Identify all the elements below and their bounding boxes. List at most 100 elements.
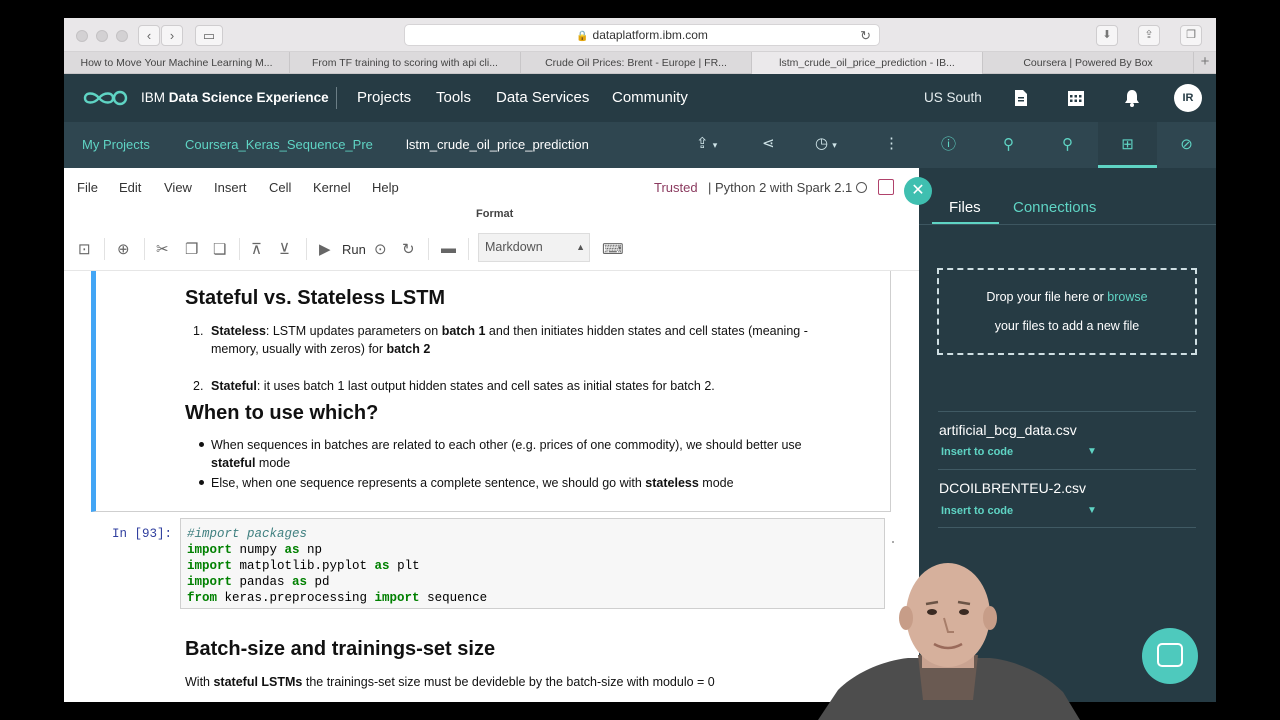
code-line: import pandas as pd	[187, 574, 878, 590]
insert-to-code-button[interactable]: Insert to code	[941, 446, 1013, 458]
menu-view[interactable]: View	[164, 180, 192, 195]
dsx-logo-icon[interactable]	[82, 88, 128, 108]
add-cell-icon[interactable]: ⊕	[117, 240, 130, 258]
list-item-text: : it uses batch 1 last output hidden sta…	[256, 379, 715, 393]
code-keyword: import	[187, 543, 233, 557]
run-icon[interactable]: ▶	[319, 240, 331, 258]
file-dropzone[interactable]: Drop your file here or browse your files…	[937, 268, 1197, 355]
kernel-settings-icon[interactable]	[878, 179, 894, 195]
tabs-divider	[919, 224, 1216, 225]
code-keyword: from	[187, 591, 218, 605]
share-network-icon[interactable]: ⋖	[762, 134, 775, 152]
code-text: numpy	[232, 543, 285, 557]
restart-icon[interactable]: ↻	[402, 240, 415, 258]
menu-kernel[interactable]: Kernel	[313, 180, 351, 195]
close-window-button[interactable]	[76, 30, 88, 42]
menu-tools[interactable]: Tools	[436, 89, 471, 106]
heading-stateful-vs-stateless: Stateful vs. Stateless LSTM	[185, 287, 446, 309]
notebook-content[interactable]: Stateful vs. Stateless LSTM 1. Stateless…	[64, 271, 919, 702]
stop-icon[interactable]: ⊙	[374, 240, 387, 258]
list-number: 2.	[193, 379, 204, 393]
code-cell[interactable]: #import packages import numpy as np impo…	[180, 518, 885, 609]
download-icon[interactable]: ⬇	[1096, 25, 1118, 46]
zoom-window-button[interactable]	[116, 30, 128, 42]
heading-when-to-use: When to use which?	[185, 402, 379, 424]
more-options-icon[interactable]: ⋮	[884, 134, 899, 152]
list-item: Stateful: it uses batch 1 last output hi…	[211, 377, 851, 395]
heading-batch-size: Batch-size and trainings-set size	[185, 638, 496, 660]
calendar-icon[interactable]	[1066, 88, 1086, 108]
toolbar-divider	[239, 238, 240, 260]
document-icon[interactable]	[1011, 88, 1031, 108]
browser-toolbar: ‹ › ▭ 🔒 dataplatform.ibm.com ↻ ⬇ ⇪ ❐	[64, 18, 1216, 52]
user-avatar[interactable]: IR	[1174, 84, 1202, 112]
minimize-window-button[interactable]	[96, 30, 108, 42]
copy-icon[interactable]: ❐	[185, 240, 198, 258]
share-icon[interactable]: ⇪	[1138, 25, 1160, 46]
file-name[interactable]: artificial_bcg_data.csv	[939, 422, 1077, 438]
data-files-icon[interactable]: ⊞	[1098, 122, 1157, 168]
menu-community[interactable]: Community	[612, 89, 688, 106]
info-icon[interactable]: ⓘ	[919, 122, 978, 168]
chevron-down-icon[interactable]: ▼	[1087, 446, 1097, 457]
upload-icon[interactable]: ⇪ ▾	[696, 134, 717, 152]
bullet-icon	[199, 442, 204, 447]
trusted-indicator[interactable]: Trusted	[654, 180, 698, 195]
forward-icon[interactable]: ›	[161, 25, 183, 46]
insert-to-code-button[interactable]: Insert to code	[941, 505, 1013, 517]
breadcrumb-my-projects[interactable]: My Projects	[82, 137, 150, 152]
file-divider	[938, 411, 1196, 412]
address-bar[interactable]: 🔒 dataplatform.ibm.com ↻	[404, 24, 880, 46]
tabs-overview-icon[interactable]: ❐	[1180, 25, 1202, 46]
find-data-icon[interactable]: ⚲	[979, 122, 1038, 168]
list-item: Stateless: LSTM updates parameters on ba…	[211, 322, 851, 358]
schedule-clock-icon[interactable]: ◷ ▾	[815, 134, 837, 152]
sidebar-icon[interactable]: ▭	[195, 25, 223, 46]
breadcrumb-project[interactable]: Coursera_Keras_Sequence_Prec	[185, 137, 373, 152]
notebook-toolbar: ⊡ ⊕ ✂ ❐ ❏ ⊼ ⊻ ▶ Run ⊙ ↻ ▬ Markdown▲▼ ⌨	[64, 228, 919, 279]
chevron-down-icon[interactable]: ▼	[1087, 505, 1097, 516]
browser-tab[interactable]: How to Move Your Machine Learning M...	[64, 52, 290, 74]
back-icon[interactable]: ‹	[138, 25, 160, 46]
paragraph-bold: stateful LSTMs	[213, 675, 303, 689]
toolbar-divider	[306, 238, 307, 260]
browser-tab[interactable]: From TF training to scoring with api cli…	[290, 52, 521, 74]
brand-name[interactable]: IBM Data Science Experience	[141, 90, 329, 105]
cell-type-select[interactable]: Markdown▲▼	[478, 233, 590, 279]
close-panel-button[interactable]: ✕	[904, 177, 932, 205]
cut-icon[interactable]: ✂	[156, 240, 169, 258]
browser-tab[interactable]: Crude Oil Prices: Brent - Europe | FR...	[521, 52, 752, 74]
menu-file[interactable]: File	[77, 180, 98, 195]
menu-help[interactable]: Help	[372, 180, 399, 195]
format-label: Format	[476, 208, 514, 220]
toolbar-divider	[428, 238, 429, 260]
chat-support-button[interactable]	[1142, 628, 1198, 684]
browser-tab-active[interactable]: lstm_crude_oil_price_prediction - IB...	[752, 52, 983, 74]
keyboard-icon[interactable]: ⌨	[602, 240, 624, 258]
toggle-icon[interactable]: ▬	[441, 240, 456, 257]
assets-icon[interactable]: ⚲	[1038, 122, 1097, 168]
move-up-icon[interactable]: ⊼	[251, 240, 262, 258]
menu-data-services[interactable]: Data Services	[496, 89, 589, 106]
compass-icon[interactable]: ⊘	[1157, 122, 1216, 168]
move-down-icon[interactable]: ⊻	[279, 240, 290, 258]
browse-link[interactable]: browse	[1107, 290, 1147, 304]
list-item: Else, when one sequence represents a com…	[211, 474, 851, 492]
presenter-webcam	[818, 563, 1080, 720]
region-selector[interactable]: US South	[924, 90, 982, 105]
menu-insert[interactable]: Insert	[214, 180, 247, 195]
bell-icon[interactable]	[1122, 88, 1142, 108]
tab-connections[interactable]: Connections	[1013, 199, 1096, 216]
paste-icon[interactable]: ❏	[213, 240, 226, 258]
list-number: 1.	[193, 324, 204, 338]
tab-files[interactable]: Files	[949, 199, 981, 216]
new-tab-button[interactable]: +	[1194, 52, 1216, 74]
browser-tab[interactable]: Coursera | Powered By Box	[983, 52, 1194, 74]
menu-cell[interactable]: Cell	[269, 180, 291, 195]
save-icon[interactable]: ⊡	[78, 240, 91, 258]
run-button[interactable]: Run	[342, 242, 366, 257]
file-name[interactable]: DCOILBRENTEU-2.csv	[939, 480, 1086, 496]
menu-projects[interactable]: Projects	[357, 89, 411, 106]
menu-edit[interactable]: Edit	[119, 180, 141, 195]
reload-icon[interactable]: ↻	[860, 25, 871, 46]
